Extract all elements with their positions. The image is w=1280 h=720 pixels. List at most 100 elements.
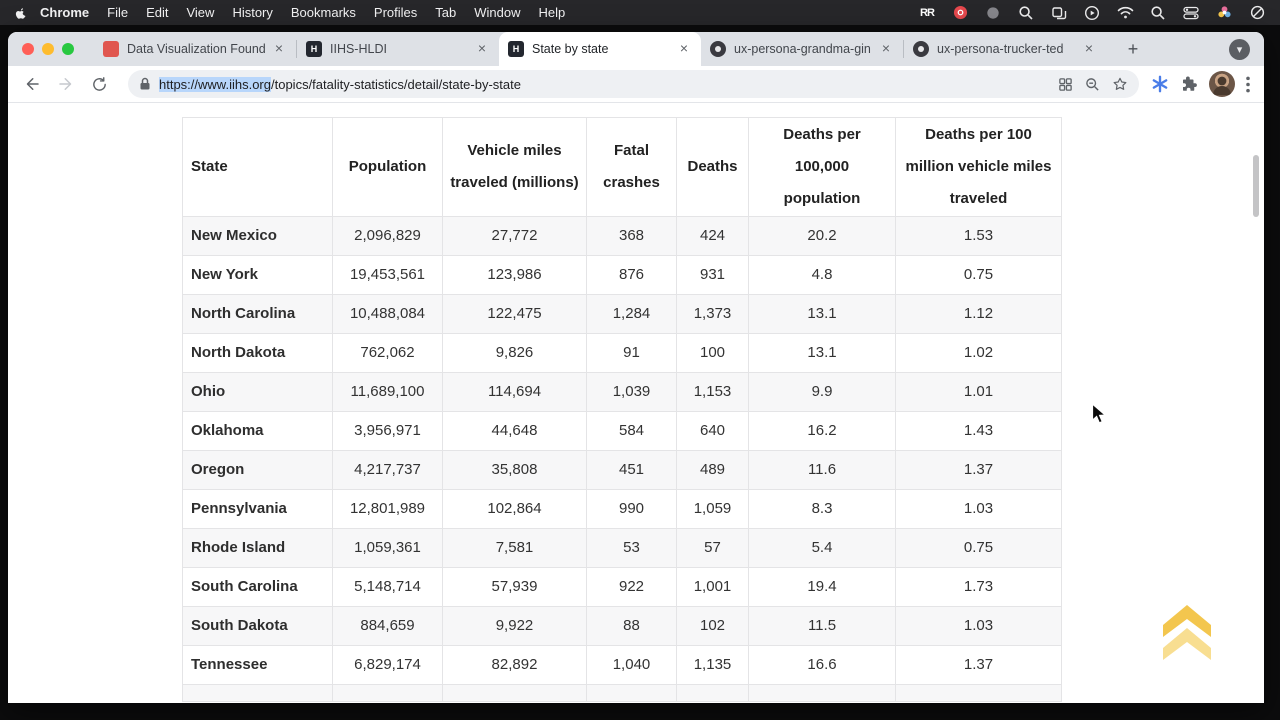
menubar: Chrome File Edit View History Bookmarks … bbox=[0, 0, 1280, 25]
tab-ux-persona-trucker[interactable]: ux-persona-trucker-ted × bbox=[904, 32, 1106, 66]
zoom-icon[interactable] bbox=[1085, 77, 1100, 92]
forward-icon[interactable] bbox=[52, 71, 79, 98]
column-header: Deaths bbox=[677, 118, 749, 217]
value-cell: 88 bbox=[587, 607, 677, 646]
value-cell: 451 bbox=[587, 451, 677, 490]
value-cell: 1,135 bbox=[677, 646, 749, 685]
pinwheel-icon[interactable] bbox=[1215, 5, 1233, 21]
menu-view[interactable]: View bbox=[177, 5, 223, 20]
value-cell: 16.2 bbox=[749, 412, 896, 451]
value-cell: 11,689,100 bbox=[333, 373, 443, 412]
value-cell: 0.75 bbox=[896, 256, 1062, 295]
tab-ux-persona-grandma[interactable]: ux-persona-grandma-gin × bbox=[701, 32, 903, 66]
value-cell: 13.1 bbox=[749, 334, 896, 373]
tab-data-visualization[interactable]: Data Visualization Founda × bbox=[94, 32, 296, 66]
tab-favicon: H bbox=[508, 41, 524, 57]
onepassword-icon[interactable] bbox=[951, 5, 969, 21]
tab-close-icon[interactable]: × bbox=[1081, 41, 1097, 57]
url-text[interactable]: https://www.iihs.org/topics/fatality-sta… bbox=[159, 77, 521, 92]
address-bar-actions bbox=[1046, 76, 1128, 92]
blue-asterisk-extension-icon[interactable] bbox=[1151, 75, 1169, 93]
value-cell: 57 bbox=[677, 529, 749, 568]
table-row: Tennessee6,829,17482,8921,0401,13516.61.… bbox=[183, 646, 1062, 685]
value-cell: 368 bbox=[587, 217, 677, 256]
value-cell: 1.12 bbox=[896, 295, 1062, 334]
menu-help[interactable]: Help bbox=[530, 5, 575, 20]
page-content: StatePopulationVehicle miles traveled (m… bbox=[8, 103, 1264, 702]
state-name-cell: New Mexico bbox=[183, 217, 333, 256]
back-to-top-button[interactable] bbox=[1158, 598, 1216, 660]
menu-bookmarks[interactable]: Bookmarks bbox=[282, 5, 365, 20]
scrollbar-thumb[interactable] bbox=[1253, 155, 1259, 217]
menu-profiles[interactable]: Profiles bbox=[365, 5, 426, 20]
apple-menu-icon[interactable] bbox=[14, 5, 27, 20]
value-cell: 584 bbox=[587, 412, 677, 451]
value-cell: 9.9 bbox=[749, 373, 896, 412]
minimize-window-button[interactable] bbox=[42, 43, 54, 55]
extensions-puzzle-icon[interactable] bbox=[1180, 75, 1198, 93]
bookmark-star-icon[interactable] bbox=[1112, 76, 1128, 92]
url-rest-text: /topics/fatality-statistics/detail/state… bbox=[271, 77, 521, 92]
value-cell: 1.02 bbox=[896, 334, 1062, 373]
magnifier-icon[interactable] bbox=[1017, 5, 1035, 21]
tab-close-icon[interactable]: × bbox=[676, 41, 692, 57]
new-tab-button[interactable]: + bbox=[1120, 36, 1146, 62]
tab-search-icon[interactable]: ▾ bbox=[1229, 39, 1250, 60]
value-cell: 82,892 bbox=[443, 646, 587, 685]
control-center-icon[interactable] bbox=[1182, 5, 1200, 21]
state-name-cell: Rhode Island bbox=[183, 529, 333, 568]
screen-share-icon[interactable] bbox=[1083, 5, 1101, 21]
value-cell: 122,475 bbox=[443, 295, 587, 334]
windows-icon[interactable] bbox=[1050, 5, 1068, 21]
value-cell: 114,694 bbox=[443, 373, 587, 412]
recording-dot-icon[interactable] bbox=[984, 5, 1002, 21]
value-cell bbox=[896, 685, 1062, 702]
value-cell: 1.53 bbox=[896, 217, 1062, 256]
tab-label: State by state bbox=[532, 42, 670, 56]
value-cell: 91 bbox=[587, 334, 677, 373]
tab-iihs-hldi[interactable]: H IIHS-HLDI × bbox=[297, 32, 499, 66]
close-window-button[interactable] bbox=[22, 43, 34, 55]
back-icon[interactable] bbox=[18, 71, 45, 98]
state-name-cell: North Dakota bbox=[183, 334, 333, 373]
menu-tab[interactable]: Tab bbox=[426, 5, 465, 20]
wifi-icon[interactable] bbox=[1116, 5, 1134, 21]
column-header: State bbox=[183, 118, 333, 217]
tab-label: Data Visualization Founda bbox=[127, 42, 265, 56]
table-row: North Carolina10,488,084122,4751,2841,37… bbox=[183, 295, 1062, 334]
tab-close-icon[interactable]: × bbox=[474, 41, 490, 57]
reload-icon[interactable] bbox=[86, 71, 113, 98]
value-cell: 53 bbox=[587, 529, 677, 568]
menu-file[interactable]: File bbox=[98, 5, 137, 20]
rr-logo-icon[interactable]: RR bbox=[918, 5, 936, 21]
table-row: South Carolina5,148,71457,9399221,00119.… bbox=[183, 568, 1062, 607]
menu-edit[interactable]: Edit bbox=[137, 5, 177, 20]
spotlight-icon[interactable] bbox=[1149, 5, 1167, 21]
value-cell: 6,829,174 bbox=[333, 646, 443, 685]
avatar[interactable] bbox=[1209, 71, 1235, 97]
column-header: Population bbox=[333, 118, 443, 217]
value-cell: 931 bbox=[677, 256, 749, 295]
do-not-disturb-icon[interactable] bbox=[1248, 5, 1266, 21]
value-cell: 20.2 bbox=[749, 217, 896, 256]
column-header: Fatal crashes bbox=[587, 118, 677, 217]
value-cell: 102 bbox=[677, 607, 749, 646]
value-cell: 1,284 bbox=[587, 295, 677, 334]
value-cell: 19,453,561 bbox=[333, 256, 443, 295]
tab-close-icon[interactable]: × bbox=[878, 41, 894, 57]
value-cell: 1,373 bbox=[677, 295, 749, 334]
address-bar[interactable]: https://www.iihs.org/topics/fatality-sta… bbox=[128, 70, 1139, 98]
tab-close-icon[interactable]: × bbox=[271, 41, 287, 57]
tab-state-by-state[interactable]: H State by state × bbox=[499, 32, 701, 66]
tab-label: ux-persona-grandma-gin bbox=[734, 42, 872, 56]
value-cell: 1,059,361 bbox=[333, 529, 443, 568]
table-row: Pennsylvania12,801,989102,8649901,0598.3… bbox=[183, 490, 1062, 529]
kebab-menu-icon[interactable] bbox=[1246, 76, 1250, 93]
value-cell: 640 bbox=[677, 412, 749, 451]
value-cell bbox=[333, 685, 443, 702]
menu-window[interactable]: Window bbox=[465, 5, 529, 20]
menubar-app-name[interactable]: Chrome bbox=[31, 5, 98, 20]
zoom-window-button[interactable] bbox=[62, 43, 74, 55]
menu-history[interactable]: History bbox=[223, 5, 281, 20]
grid-icon[interactable] bbox=[1058, 77, 1073, 92]
